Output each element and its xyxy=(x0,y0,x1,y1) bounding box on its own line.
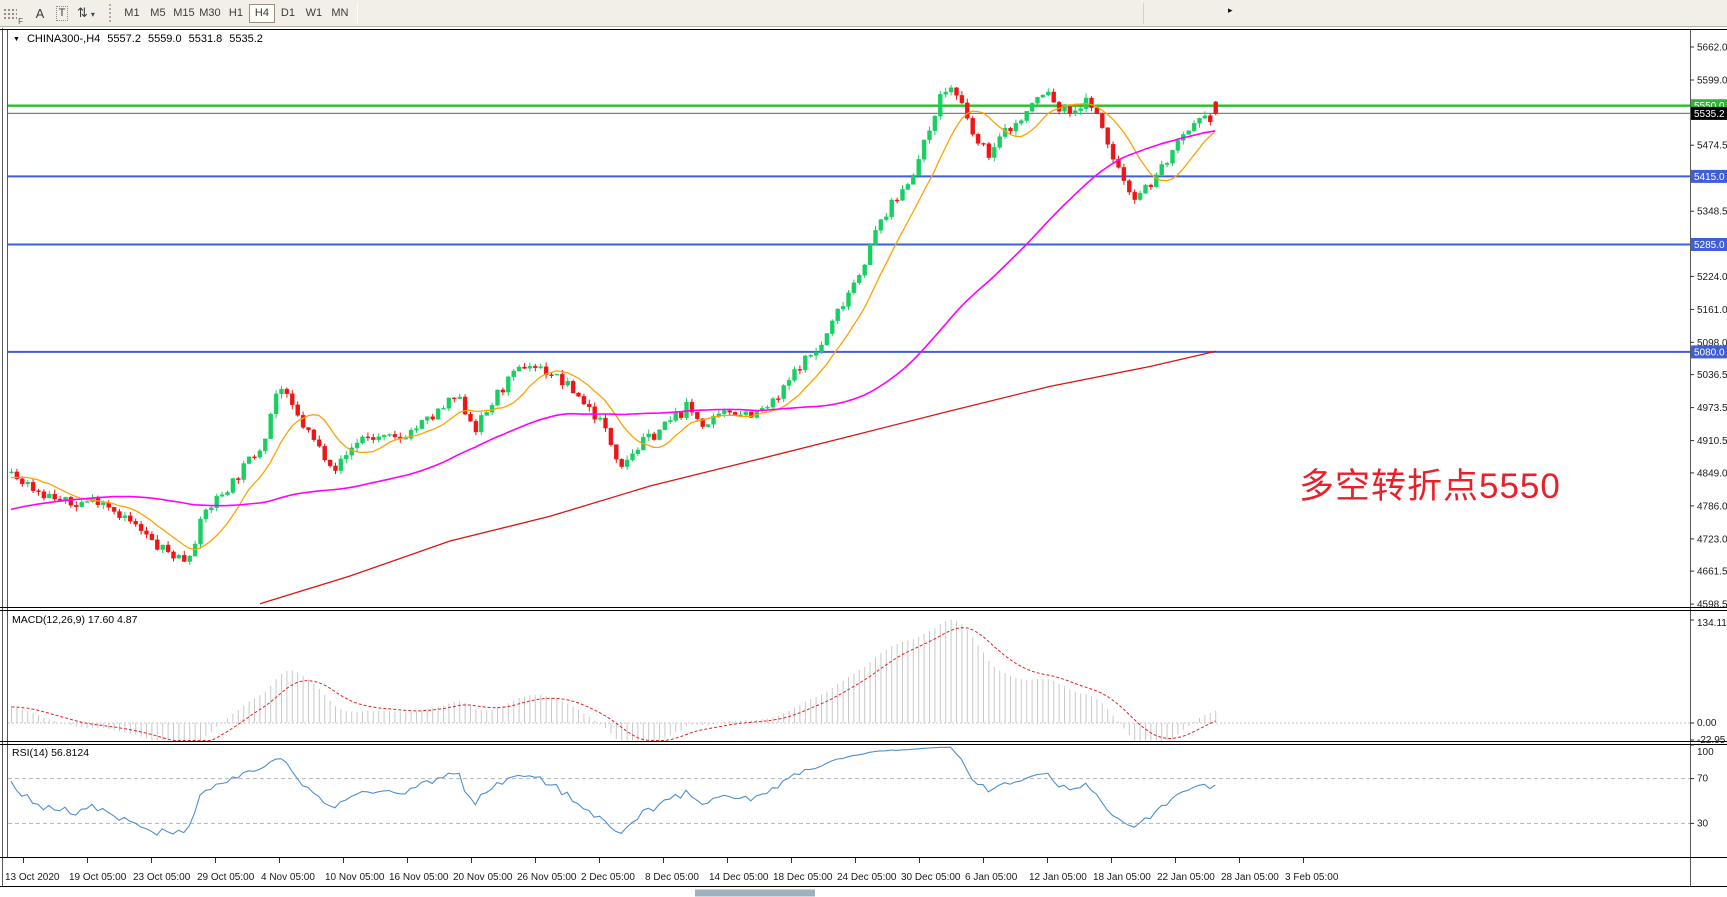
price-badge-label: 5535.2 xyxy=(1694,109,1725,120)
macd-axis-label: 134.11 xyxy=(1697,618,1727,629)
macd-axis-label: 0.00 xyxy=(1697,718,1717,729)
time-axis-label: 12 Jan 05:00 xyxy=(1029,872,1087,883)
price-tick-label: 5036.5 xyxy=(1697,370,1727,381)
candles-down-wicks xyxy=(17,87,1216,562)
price-tick-label: 4723.0 xyxy=(1697,534,1727,545)
ohlc-open: 5557.2 xyxy=(107,33,141,45)
price-tick-label: 5348.5 xyxy=(1697,207,1727,218)
timeframe-button-mn[interactable]: MN xyxy=(327,4,353,23)
candles-up-wicks xyxy=(12,85,1205,565)
rsi-axis-label: 100 xyxy=(1697,747,1714,758)
ohlc-low: 5531.8 xyxy=(189,33,223,45)
grid-letter: F xyxy=(18,17,23,26)
timeframe-button-d1[interactable]: D1 xyxy=(275,4,301,23)
time-axis-label: 2 Dec 05:00 xyxy=(581,872,635,883)
time-axis-label: 3 Feb 05:00 xyxy=(1285,872,1339,883)
price-badge-label: 5285.0 xyxy=(1694,240,1725,251)
timeframe-button-m30[interactable]: M30 xyxy=(197,4,223,23)
price-tick-label: 5662.0 xyxy=(1697,43,1727,54)
chevron-down-icon: ▾ xyxy=(91,8,95,19)
symbol-title: CHINA300-,H4 xyxy=(27,33,100,45)
time-axis-label: 23 Oct 05:00 xyxy=(133,872,191,883)
text-label-icon: T xyxy=(56,6,69,21)
time-axis-label: 13 Oct 2020 xyxy=(5,872,60,883)
toolbar-separator-2 xyxy=(1143,3,1144,24)
rsi-indicator-label: RSI(14) 56.8124 xyxy=(12,747,89,759)
candles-up xyxy=(10,88,1207,562)
price-tick-label: 5161.0 xyxy=(1697,305,1727,316)
macd-signal-line xyxy=(12,628,1216,741)
time-axis-label: 10 Nov 05:00 xyxy=(325,872,385,883)
time-axis-label: 4 Nov 05:00 xyxy=(261,872,315,883)
cursor-tool-button[interactable]: ⇅ ▾ xyxy=(74,3,98,23)
ma-fast-line xyxy=(11,104,1215,550)
arrows-icon: ⇅ xyxy=(77,5,88,21)
text-annotation-button[interactable]: A xyxy=(30,3,50,23)
timeframe-toolbar: M1M5M15M30H1H4D1W1MN xyxy=(119,4,353,23)
price-tick-label: 4910.5 xyxy=(1697,436,1727,447)
macd-indicator-label: MACD(12,26,9) 17.60 4.87 xyxy=(12,614,138,626)
time-axis-label: 22 Jan 05:00 xyxy=(1157,872,1215,883)
time-axis-label: 29 Oct 05:00 xyxy=(197,872,255,883)
price-tick-label: 5224.0 xyxy=(1697,272,1727,283)
time-axis-label: 16 Nov 05:00 xyxy=(389,872,449,883)
time-axis-label: 8 Dec 05:00 xyxy=(645,872,699,883)
chart-header: ▼ CHINA300-,H4 5557.2 5559.0 5531.8 5535… xyxy=(13,33,263,45)
ohlc-close: 5535.2 xyxy=(229,33,263,45)
time-axis-label: 19 Oct 05:00 xyxy=(69,872,127,883)
price-tick-label: 4849.0 xyxy=(1697,468,1727,479)
pivot-annotation-text: 多空转折点5550 xyxy=(1299,458,1561,509)
candles-down xyxy=(15,88,1218,562)
text-label-button[interactable]: T xyxy=(52,3,72,23)
rsi-axis-label: 30 xyxy=(1697,818,1709,829)
price-tick-label: 4598.5 xyxy=(1697,600,1727,611)
toolbar-separator xyxy=(357,3,358,24)
timeframe-button-m1[interactable]: M1 xyxy=(119,4,145,23)
toolbar: F A T ⇅ ▾ M1M5M15M30H1H4D1W1MN xyxy=(0,0,1727,27)
price-tick-label: 5599.0 xyxy=(1697,76,1727,87)
symbol-dropdown-icon[interactable]: ▼ xyxy=(13,35,20,43)
time-axis-label: 20 Nov 05:00 xyxy=(453,872,513,883)
ma-mid-line xyxy=(11,131,1215,510)
timeframe-button-m5[interactable]: M5 xyxy=(145,4,171,23)
toolbar-overflow-icon[interactable]: ▸ xyxy=(1228,5,1233,16)
docking-grid-icon[interactable]: F xyxy=(3,8,17,21)
time-axis-label: 6 Jan 05:00 xyxy=(965,872,1018,883)
price-tick-label: 4973.5 xyxy=(1697,403,1727,414)
macd-axis-label: -22.95 xyxy=(1697,735,1726,746)
macd-histogram xyxy=(12,620,1216,741)
time-axis-label: 24 Dec 05:00 xyxy=(837,872,897,883)
rsi-axis-label: 70 xyxy=(1697,774,1709,785)
time-axis-label: 18 Jan 05:00 xyxy=(1093,872,1151,883)
time-axis-label: 30 Dec 05:00 xyxy=(901,872,961,883)
chart-plot-area[interactable]: 5662.05599.05474.55348.55224.05161.05098… xyxy=(0,0,1727,897)
timeframe-button-w1[interactable]: W1 xyxy=(301,4,327,23)
time-axis-label: 28 Jan 05:00 xyxy=(1221,872,1279,883)
horizontal-scrollbar-thumb[interactable] xyxy=(695,890,815,897)
price-badge-label: 5080.0 xyxy=(1694,347,1725,358)
time-axis-label: 14 Dec 05:00 xyxy=(709,872,769,883)
time-axis-label: 18 Dec 05:00 xyxy=(773,872,833,883)
time-axis-label: 26 Nov 05:00 xyxy=(517,872,577,883)
price-tick-label: 4786.0 xyxy=(1697,501,1727,512)
timeframe-button-m15[interactable]: M15 xyxy=(171,4,197,23)
price-badge-label: 5415.0 xyxy=(1694,172,1725,183)
timeframe-button-h4[interactable]: H4 xyxy=(249,4,275,23)
ohlc-high: 5559.0 xyxy=(148,33,182,45)
price-tick-label: 4661.5 xyxy=(1697,567,1727,578)
rsi-line xyxy=(11,747,1215,835)
timeframe-button-h1[interactable]: H1 xyxy=(223,4,249,23)
price-tick-label: 5474.5 xyxy=(1697,141,1727,152)
toolbar-gripper[interactable] xyxy=(109,4,113,22)
ma-slow-line xyxy=(260,351,1216,604)
